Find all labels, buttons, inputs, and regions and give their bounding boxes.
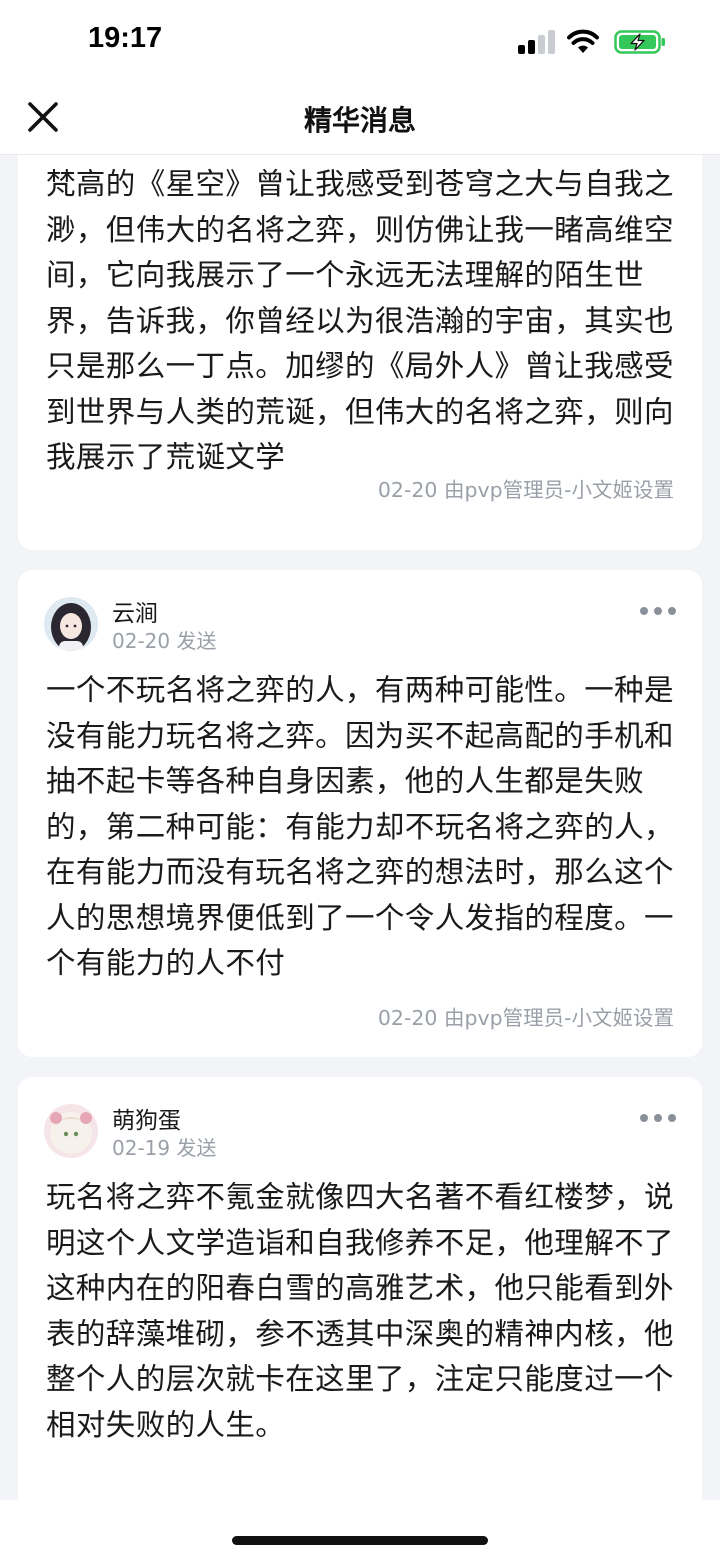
message-body: 玩名将之弈不氪金就像四大名著不看红楼梦，说明这个人文学造诣和自我修养不足，他理解…: [46, 1180, 674, 1442]
featured-messages-list: 梵高的《星空》曾让我感受到苍穹之大与自我之渺，但伟大的名将之弈，则仿佛让我一睹高…: [0, 155, 720, 1558]
message-card[interactable]: 梵高的《星空》曾让我感受到苍穹之大与自我之渺，但伟大的名将之弈，则仿佛让我一睹高…: [18, 155, 702, 550]
wifi-icon: [567, 29, 599, 53]
author-name[interactable]: 云涧: [112, 594, 158, 628]
more-options-icon[interactable]: [640, 605, 676, 617]
featured-by-note: 02-20 由pvp管理员-小文姬设置: [377, 1006, 674, 1030]
status-time: 19:17: [88, 22, 163, 54]
message-body: 一个不玩名将之弈的人，有两种可能性。一种是没有能力玩名将之弈。因为买不起高配的手…: [46, 673, 674, 980]
battery-charging-icon: [614, 30, 665, 54]
featured-by-note: 02-20 由pvp管理员-小文姬设置: [377, 478, 674, 502]
avatar[interactable]: [44, 597, 98, 651]
more-options-icon[interactable]: [640, 1112, 676, 1124]
avatar[interactable]: [44, 1104, 98, 1158]
home-indicator[interactable]: [232, 1536, 488, 1545]
nav-header: 精华消息: [0, 84, 720, 155]
bottom-safe-area: [0, 1500, 720, 1558]
message-body: 梵高的《星空》曾让我感受到苍穹之大与自我之渺，但伟大的名将之弈，则仿佛让我一睹高…: [46, 167, 674, 474]
message-card[interactable]: 云涧 02-20 发送 一个不玩名将之弈的人，有两种可能性。一种是没有能力玩名将…: [18, 570, 702, 1057]
status-bar: 19:17: [0, 0, 720, 84]
message-card[interactable]: 萌狗蛋 02-19 发送 玩名将之弈不氪金就像四大名著不看红楼梦，说明这个人文学…: [18, 1077, 702, 1558]
signal-icon: [518, 30, 556, 54]
author-name[interactable]: 萌狗蛋: [112, 1101, 181, 1135]
avatar-illustration: [44, 1104, 98, 1158]
page-title: 精华消息: [303, 104, 416, 137]
avatar-illustration: [44, 597, 98, 651]
post-date: 02-20 发送: [112, 629, 217, 653]
post-date: 02-19 发送: [112, 1136, 217, 1160]
